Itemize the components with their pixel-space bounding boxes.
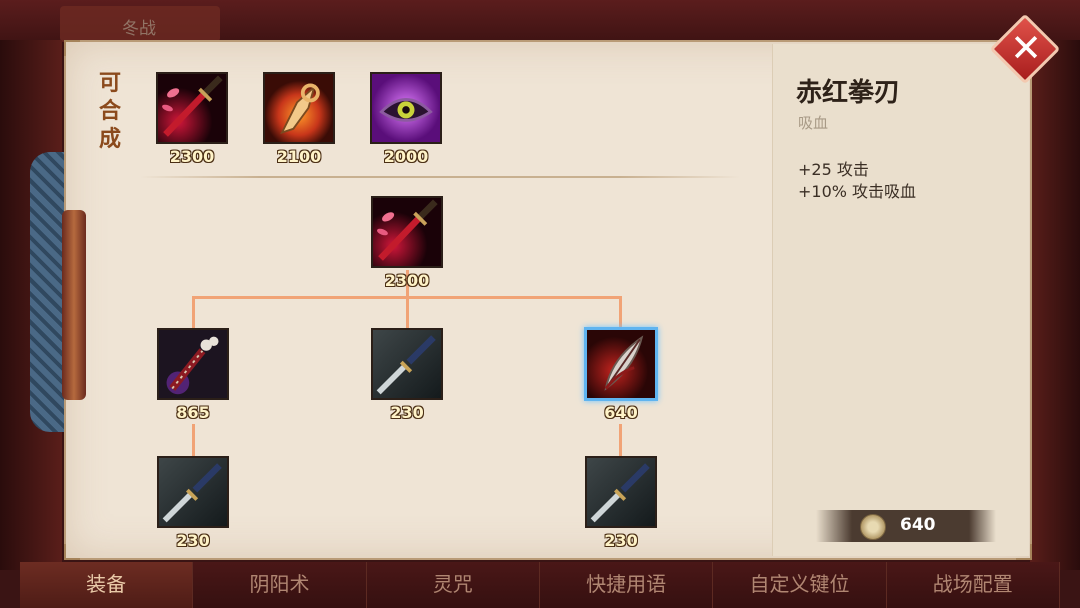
craftable-item-flame-dagger[interactable] xyxy=(263,72,335,144)
item-price: 230 xyxy=(176,531,210,550)
tab-equipment[interactable]: 装备 xyxy=(20,562,194,608)
plain-sword-icon xyxy=(587,458,655,526)
craftable-label: 可 合 成 xyxy=(98,70,122,154)
craftable-label-char: 可 xyxy=(98,71,121,96)
close-icon: ✕ xyxy=(1010,26,1042,70)
item-price: 640 xyxy=(604,403,638,422)
coin-icon xyxy=(860,514,886,540)
recipe-child-bone-blade[interactable] xyxy=(157,328,229,400)
right-curtain xyxy=(1030,40,1080,570)
item-price: 230 xyxy=(390,403,424,422)
tree-connector xyxy=(192,424,195,456)
section-divider xyxy=(140,176,740,178)
tab-quick-chat[interactable]: 快捷用语 xyxy=(540,562,714,608)
item-stat: +25 攻击 xyxy=(798,160,869,179)
item-price: 2300 xyxy=(169,147,215,166)
purple-eye-icon xyxy=(372,74,440,142)
tree-connector xyxy=(619,296,622,328)
bottom-tab-bar: 装备 阴阳术 灵咒 快捷用语 自定义键位 战场配置 xyxy=(20,562,1060,608)
recipe-child-red-feather[interactable] xyxy=(584,327,658,401)
item-price: 2300 xyxy=(384,271,430,290)
plain-sword-icon xyxy=(159,458,227,526)
tab-battle-settings[interactable]: 战场配置 xyxy=(887,562,1060,608)
panel-corner xyxy=(64,40,80,56)
recipe-grandchild-plain-sword[interactable] xyxy=(157,456,229,528)
close-button[interactable]: ✕ xyxy=(989,13,1062,86)
tab-spell[interactable]: 灵咒 xyxy=(367,562,540,608)
red-feather-icon xyxy=(587,330,655,398)
recipe-child-plain-sword[interactable] xyxy=(371,328,443,400)
crimson-blade-icon xyxy=(158,74,226,142)
item-stat: +10% 攻击吸血 xyxy=(798,182,917,201)
flame-dagger-icon xyxy=(265,74,333,142)
gold-value: 640 xyxy=(900,515,936,535)
item-price: 2100 xyxy=(276,147,322,166)
tree-connector xyxy=(619,424,622,456)
item-price: 2000 xyxy=(383,147,429,166)
bone-hilt-blade-icon xyxy=(159,330,227,398)
craftable-label-char: 成 xyxy=(98,127,121,152)
crimson-blade-icon xyxy=(373,198,441,266)
item-price: 230 xyxy=(604,531,638,550)
tab-yinyang[interactable]: 阴阳术 xyxy=(193,562,367,608)
plain-sword-icon xyxy=(373,330,441,398)
recipe-grandchild-plain-sword[interactable] xyxy=(585,456,657,528)
craftable-item-purple-eye[interactable] xyxy=(370,72,442,144)
tree-connector xyxy=(192,296,195,328)
tree-connector xyxy=(406,296,409,328)
craftable-item-crimson-blade[interactable] xyxy=(156,72,228,144)
item-tag: 吸血 xyxy=(798,114,829,132)
craftable-label-char: 合 xyxy=(98,99,121,124)
tab-keybinds[interactable]: 自定义键位 xyxy=(713,562,887,608)
item-name: 赤红拳刃 xyxy=(796,78,901,108)
background-tab: 冬战 xyxy=(60,6,220,42)
recipe-root-item[interactable] xyxy=(371,196,443,268)
panel-corner xyxy=(64,544,80,560)
item-price: 865 xyxy=(176,403,210,422)
scroll-roll-decoration xyxy=(62,210,86,400)
background-tab-label: 冬战 xyxy=(122,19,156,39)
